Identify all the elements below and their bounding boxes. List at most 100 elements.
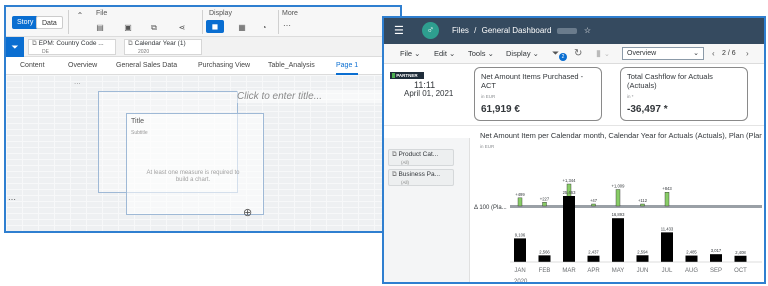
data-bar	[710, 254, 722, 262]
comment-icon[interactable]: ◼	[206, 20, 224, 33]
drag-handle[interactable]: ...	[74, 77, 81, 86]
x-tick-label: JUN	[637, 268, 649, 274]
x-tick-label: OCT	[734, 268, 747, 274]
empty-chart-message: At least one measure is required to buil…	[146, 170, 240, 183]
ellipsis-icon[interactable]: ⋯	[281, 21, 293, 30]
x-tick-label: FEB	[539, 268, 551, 274]
tab-overview[interactable]: Overview	[68, 57, 97, 75]
tab-table-analysis[interactable]: Table_Analysis	[268, 57, 315, 75]
data-mode-button[interactable]: Data	[36, 16, 63, 29]
data-bar	[538, 255, 551, 262]
variance-label: +47	[590, 198, 598, 203]
section-divider	[384, 125, 764, 126]
breadcrumb-files[interactable]: Files	[452, 26, 469, 35]
chevron-down-icon: ⌄	[693, 50, 699, 57]
dimension-icon: ⧉	[32, 40, 37, 47]
filter-chip-country[interactable]: ⧉ EPM: Country Code ... DE	[28, 39, 116, 55]
menu-display[interactable]: Display ⌄	[506, 44, 539, 64]
tab-purchasing-view[interactable]: Purchasing View	[198, 57, 250, 75]
partner-badge-mark	[392, 73, 395, 79]
kpi-title: Net Amount Items Purchased - ACT	[481, 72, 584, 90]
data-bar	[587, 255, 600, 262]
file-group-label: File	[96, 10, 108, 17]
story-toolbar: Story Data ⌃ File ▤ ▣ ⧉ ⋖ Display ◼ ▦ ◔ …	[6, 7, 400, 37]
menu-file[interactable]: File ⌄	[400, 44, 420, 64]
tab-content[interactable]: Content	[20, 57, 45, 75]
bar-value-label: 2,437	[588, 250, 599, 255]
variance-label: +227	[540, 196, 550, 201]
hamburger-menu-icon[interactable]: ☰	[394, 24, 404, 37]
x-tick-label: AUG	[685, 268, 698, 274]
more-dots-icon[interactable]: ⋯	[8, 195, 16, 204]
filter-funnel-icon[interactable]: ⏷	[6, 37, 24, 57]
save-icon[interactable]: ▤	[94, 23, 106, 32]
display-group-label: Display	[209, 10, 232, 17]
bar-value-label: 9,106	[515, 232, 526, 237]
variance-bar	[591, 203, 596, 207]
reference-line	[510, 205, 762, 208]
tab-general-sales-data[interactable]: General Sales Data	[116, 57, 177, 75]
app-logo-icon[interactable]: ♂	[422, 22, 439, 39]
filter-count-badge: 2	[559, 53, 567, 61]
story-editor-window: Story Data ⌃ File ▤ ▣ ⧉ ⋖ Display ◼ ▦ ◔ …	[4, 5, 402, 233]
dashboard-menu-bar: File ⌄ Edit ⌄ Tools ⌄ Display ⌄ ⏷ 2 ↻ ▮ …	[384, 44, 764, 64]
share-icon[interactable]: ⋖	[176, 23, 188, 32]
dimension-icon: ⧉	[392, 171, 397, 178]
prev-page-icon[interactable]: ‹	[712, 49, 715, 58]
move-handle-icon[interactable]: ⊕	[243, 206, 252, 219]
story-page-tabs: Content Overview General Sales Data Purc…	[6, 57, 400, 75]
variance-bar	[664, 192, 670, 207]
bar-value-label: 3,017	[711, 248, 722, 253]
kpi-unit: in *	[627, 94, 634, 99]
tab-page-1[interactable]: Page 1	[336, 57, 359, 75]
filter-business-partner[interactable]: ⧉ Business Pa... (All)	[388, 169, 454, 186]
chart-title[interactable]: Net Amount Item per Calendar month, Cale…	[480, 131, 762, 140]
copy-icon[interactable]: ▣	[122, 23, 134, 32]
toolbar-divider	[202, 10, 203, 34]
bar-value-label: 11,433	[661, 226, 674, 231]
chart-widget[interactable]: Title Subtitle At least one measure is r…	[126, 113, 264, 219]
x-tick-label: JAN	[514, 268, 525, 274]
data-bar	[612, 218, 624, 262]
variance-label: +1,009	[612, 183, 626, 188]
kpi-tile-total-cashflow[interactable]: Total Cashflow for Actuals (Actuals) in …	[620, 67, 748, 121]
x-tick-label: MAY	[612, 268, 625, 274]
x-group-label: 2020	[514, 279, 528, 284]
partner-badge: PARTNER	[390, 72, 424, 79]
filter-chip-label: Calendar Year (1)	[134, 40, 186, 47]
favorite-star-icon[interactable]: ☆	[584, 26, 591, 35]
clock-icon[interactable]: ◔	[258, 23, 270, 32]
menu-tools[interactable]: Tools ⌄	[468, 44, 494, 64]
bookmark-icon[interactable]: ▮	[596, 48, 601, 59]
widget-title[interactable]: Title	[131, 118, 144, 125]
filter-chip-calendar-year[interactable]: ⧉ Calendar Year (1) 2020	[124, 39, 202, 55]
export-icon[interactable]: ⧉	[148, 23, 160, 32]
next-page-icon[interactable]: ›	[746, 49, 749, 58]
menu-edit[interactable]: Edit ⌄	[434, 44, 455, 64]
breadcrumb-separator: /	[474, 26, 477, 35]
grid-icon[interactable]: ▦	[236, 23, 248, 32]
bookmark-chevron-icon[interactable]: ⌄	[604, 50, 610, 58]
bar-value-label: 2,566	[539, 249, 550, 254]
kpi-unit: in EUR	[481, 94, 496, 99]
story-mode-button[interactable]: Story	[12, 16, 39, 29]
variance-label: +499	[515, 192, 525, 197]
variance-bar	[517, 197, 523, 207]
filter-product-category[interactable]: ⧉ Product Cat... (All)	[388, 149, 454, 166]
variance-label: +1,344	[563, 178, 577, 183]
filter-chip-value: DE	[42, 49, 49, 55]
story-canvas[interactable]: ... Title Subtitle At least one measure …	[6, 75, 400, 231]
variance-label: +112	[638, 198, 648, 203]
refresh-icon[interactable]: ↻	[574, 48, 582, 59]
bar-value-label: 2,408	[735, 250, 746, 255]
variance-bar	[542, 202, 547, 207]
x-tick-label: SEP	[710, 268, 722, 274]
bar-value-label: 16,893	[612, 212, 625, 217]
title-placeholder[interactable]: Click to enter title...	[237, 90, 387, 103]
bar-chart[interactable]: Δ 100 (Pla... +499 9,106 JAN +227 2,566 FEB +1,…	[474, 146, 764, 284]
bar-value-label: 2,485	[686, 250, 697, 255]
page-select[interactable]: Overview ⌄	[622, 47, 704, 60]
kpi-tile-net-amount[interactable]: Net Amount Items Purchased - ACT in EUR …	[474, 67, 602, 121]
x-tick-label: MAR	[562, 268, 576, 274]
collapse-chevron-icon[interactable]: ⌃	[74, 11, 86, 20]
